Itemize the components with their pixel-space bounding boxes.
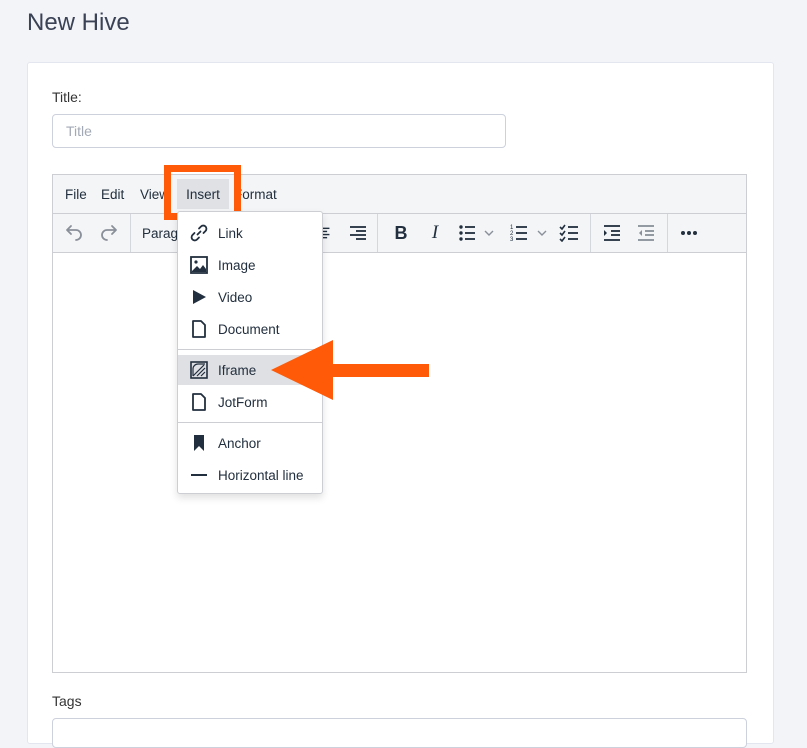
title-label: Title:: [52, 89, 82, 105]
block-format-value: Paragraph: [142, 225, 182, 241]
insert-menu-label: Horizontal line: [218, 467, 304, 483]
document-icon: [190, 393, 208, 411]
more-icon[interactable]: [677, 214, 701, 252]
checklist-icon[interactable]: [558, 214, 580, 252]
indent-icon[interactable]: [601, 214, 623, 252]
page-title: New Hive: [27, 9, 130, 36]
bold-icon[interactable]: B: [390, 214, 412, 252]
link-icon: [190, 224, 208, 242]
insert-menu-item-anchor[interactable]: Anchor: [178, 428, 322, 458]
editor-content-area[interactable]: [53, 253, 746, 672]
tags-input[interactable]: [52, 718, 747, 748]
editor-toolbar: Paragraph B I 123: [53, 214, 746, 253]
horizontal-line-icon: [190, 466, 208, 484]
insert-menu-label: Image: [218, 257, 256, 273]
insert-menu-item-horizontal-line[interactable]: Horizontal line: [178, 460, 322, 490]
redo-icon[interactable]: [96, 214, 122, 252]
iframe-icon: [190, 361, 208, 379]
bullet-list-icon[interactable]: [457, 214, 501, 252]
italic-icon[interactable]: I: [424, 214, 446, 252]
insert-menu-item-link[interactable]: Link: [178, 218, 322, 248]
editor-menubar: File Edit View Insert Format: [53, 175, 746, 214]
tags-label: Tags: [52, 693, 82, 709]
menu-edit[interactable]: Edit: [101, 175, 124, 214]
numbered-list-icon[interactable]: 123: [509, 214, 553, 252]
insert-menu-label: Document: [218, 321, 280, 337]
title-input[interactable]: [52, 114, 506, 148]
insert-menu-item-video[interactable]: Video: [178, 282, 322, 312]
toolbar-separator: [590, 214, 591, 252]
toolbar-separator: [667, 214, 668, 252]
document-icon: [190, 320, 208, 338]
align-right-icon[interactable]: [348, 214, 368, 252]
insert-menu-label: Iframe: [218, 362, 257, 378]
insert-menu-label: Video: [218, 289, 253, 305]
menu-divider: [178, 422, 322, 423]
outdent-icon[interactable]: [635, 214, 657, 252]
bookmark-icon: [190, 434, 208, 452]
image-icon: [190, 256, 208, 274]
rich-text-editor: File Edit View Insert Format Paragraph B…: [52, 174, 747, 673]
insert-menu-item-image[interactable]: Image: [178, 250, 322, 280]
insert-menu-label: Link: [218, 225, 243, 241]
arrow-annotation-icon: [271, 340, 431, 407]
svg-text:3: 3: [510, 237, 514, 242]
undo-icon[interactable]: [61, 214, 87, 252]
toolbar-separator: [377, 214, 378, 252]
insert-menu-label: JotForm: [218, 394, 268, 410]
insert-menu-label: Anchor: [218, 435, 261, 451]
menu-file[interactable]: File: [65, 175, 87, 214]
play-icon: [190, 288, 208, 306]
toolbar-separator: [130, 214, 131, 252]
